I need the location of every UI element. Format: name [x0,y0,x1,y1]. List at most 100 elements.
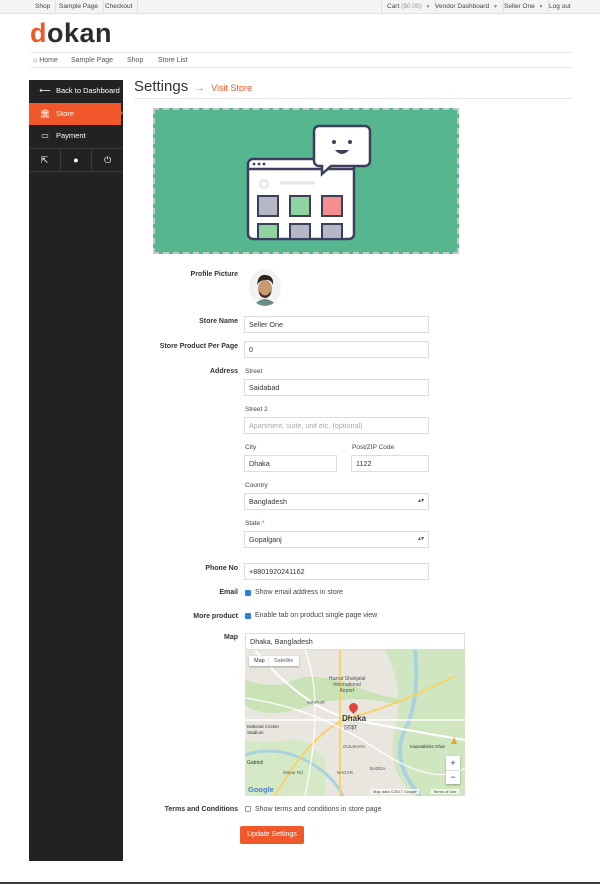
store-illustration-icon [246,124,372,241]
sidebar-payment-label: Payment [56,131,86,140]
state-label-text: State [245,520,261,527]
street2-input[interactable]: Apartment, suite, unit etc. (optional) [244,417,429,434]
power-icon[interactable]: ⏻ [92,149,123,171]
topbar-user-menu[interactable]: Seller One ▼ [499,0,550,14]
sidebar-item-back-to-dashboard[interactable]: ⟵ Back to Dashboard [29,80,123,102]
bank-icon: 🏛 [39,109,51,118]
map-label-mirpur: MIRPUR [307,700,325,705]
map-zoom-controls: + − [446,756,460,784]
select-arrows-icon: ▴▾ [417,498,424,504]
sidebar-item-payment[interactable]: ▭ Payment [29,125,123,147]
user-icon[interactable]: ● [61,149,93,171]
site-logo[interactable]: dokan [30,16,112,50]
store-location-map[interactable]: Map Satellite Hazrat Shahjalal Internati… [245,650,465,796]
sidebar-active-pointer [115,104,123,122]
street-label: Street [245,368,263,375]
arrow-left-icon: ⟵ [39,86,51,95]
store-name-label: Store Name [199,318,238,325]
state-required-mark: * [262,520,265,527]
visit-store-link[interactable]: Visit Store [211,83,252,93]
state-select[interactable]: Gopalganj ▴▾ [244,531,429,548]
email-checkbox-text: Show email address in store [255,589,343,596]
nav-store-list[interactable]: Store List [158,53,188,69]
map-attribution: Map data ©2017 Google [371,789,419,794]
map-tab-map[interactable]: Map [249,656,270,666]
more-product-checkbox[interactable] [245,613,251,619]
external-link-icon[interactable]: ⇱ [29,149,61,171]
top-bar: Shop Sample Page Checkout Cart ($0.00) ▼… [0,0,600,14]
arrow-right-icon: → [194,83,205,94]
terms-checkbox-text: Show terms and conditions in store page [255,806,382,813]
store-name-input[interactable]: Seller One [244,316,429,333]
phone-label: Phone No [205,565,238,572]
sidebar-item-store[interactable]: 🏛 Store [29,103,121,125]
topbar-link-sample-page[interactable]: Sample Page [54,0,105,14]
logo-letter-d: d [30,18,47,48]
map-label-gulshan: GULSHAN [343,744,365,749]
map-search-input[interactable]: Dhaka, Bangladesh [245,633,465,650]
map-label-kapotakkha: Kapotakkha Ghat [410,744,445,749]
page-heading: Settings → Visit Store [134,78,252,96]
map-label-mirpur-rd: Mirpur Rd [283,770,303,775]
user-caret-icon: ▼ [538,4,544,10]
pegman-icon[interactable]: ♟ [450,736,458,747]
map-label-airport: Hazrat Shahjalal International Airport [328,676,366,694]
map-label-gabtoli: Gabtoli [247,760,263,766]
topbar-link-shop[interactable]: Shop [30,0,57,14]
more-product-label: More product [193,613,238,620]
map-label: Map [224,634,238,641]
terms-checkbox[interactable] [245,806,251,812]
nav-sample-page[interactable]: Sample Page [71,53,113,69]
store-product-per-page-input[interactable]: 0 [244,341,429,358]
zoom-in-button[interactable]: + [446,756,460,770]
country-label: Country [245,482,268,489]
zip-input[interactable]: 1122 [351,455,429,472]
profile-avatar[interactable] [249,269,281,306]
topbar-link-checkout[interactable]: Checkout [100,0,139,14]
dashboard-sidebar: ⟵ Back to Dashboard 🏛 Store ▭ Payment ⇱ ● ⏻ [29,80,123,861]
select-arrows-icon: ▴▾ [417,536,424,542]
map-label-badda: BADDA [370,766,386,771]
nav-home-label: Home [39,57,58,64]
home-icon: ⌂ [33,57,38,64]
street-input[interactable]: Saidabad [244,379,429,396]
google-logo: Google [248,785,274,794]
state-label: State * [245,520,265,527]
more-product-checkbox-text: Enable tab on product single page view [255,612,378,619]
city-label: City [245,444,257,451]
country-value: Bangladesh [249,497,287,506]
map-label-dhaka-bengali: ঢাকা [344,725,357,732]
store-product-per-page-label: Store Product Per Page [159,343,238,350]
page-title: Settings [134,78,189,95]
zoom-out-button[interactable]: − [446,770,460,784]
email-checkbox[interactable] [245,590,251,596]
update-settings-button[interactable]: Update Settings [240,826,304,844]
email-label: Email [219,589,238,596]
store-banner[interactable] [153,108,459,254]
profile-picture-label: Profile Picture [190,271,238,278]
nav-home[interactable]: ⌂ Home [33,53,58,69]
user-name: Seller One [504,3,535,10]
vendor-dashboard-caret-icon: ▼ [493,4,498,10]
nav-shop[interactable]: Shop [127,53,143,69]
map-label-stadium: National Cricket Stadium [247,724,279,735]
map-label-nagar: NAGAR [337,770,354,775]
main-nav: ⌂ Home Sample Page Shop Store List [30,52,572,68]
heading-divider [134,98,572,99]
city-input[interactable]: Dhaka [244,455,337,472]
map-tab-satellite[interactable]: Satellite [269,656,299,666]
cart-amount: ($0.00) [401,3,422,10]
topbar-vendor-dashboard[interactable]: Vendor Dashboard ▼ [430,0,504,14]
sidebar-store-label: Store [56,109,74,118]
phone-input[interactable]: +8801920241162 [244,563,429,580]
address-label: Address [209,368,238,375]
sidebar-back-label: Back to Dashboard [56,86,120,95]
topbar-cart[interactable]: Cart ($0.00) ▼ [381,0,437,14]
state-value: Gopalganj [249,535,282,544]
country-select[interactable]: Bangladesh ▴▾ [244,493,429,510]
logo-text: okan [47,18,113,48]
map-terms-link[interactable]: Terms of Use [431,789,459,794]
terms-label: Terms and Conditions [164,806,238,813]
topbar-logout[interactable]: Log out [544,0,576,14]
sidebar-icon-row: ⇱ ● ⏻ [29,148,123,172]
